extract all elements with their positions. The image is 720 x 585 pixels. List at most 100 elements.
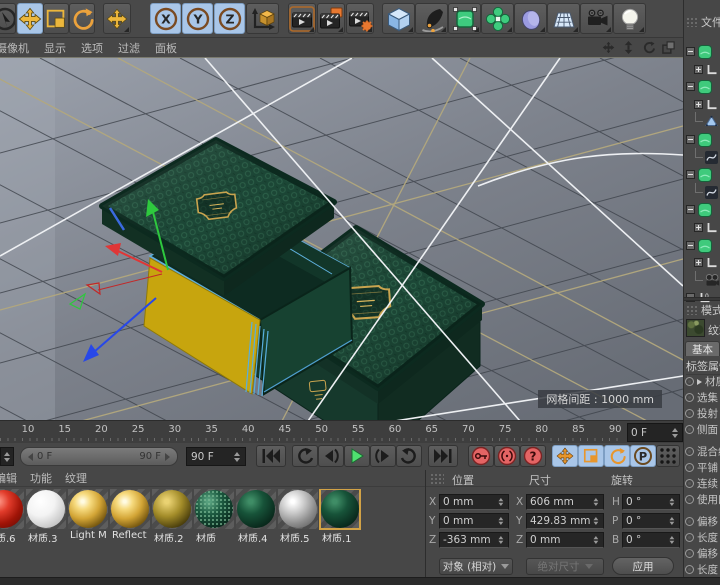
play-forward-button[interactable] <box>344 445 370 467</box>
lock-z-axis-button[interactable]: Z <box>214 3 245 34</box>
object-row[interactable] <box>684 62 720 78</box>
keyframe-circle-icon[interactable] <box>685 533 694 542</box>
attribute-manager-menu[interactable]: 模式 <box>701 302 720 318</box>
coordinate-system-button[interactable] <box>246 3 279 34</box>
object-row[interactable] <box>684 150 720 166</box>
last-used-tool-button[interactable] <box>103 3 131 34</box>
property-row[interactable]: 长度 U <box>685 530 720 545</box>
material-swatch[interactable]: 材质 <box>194 489 234 542</box>
rotate-tool-button[interactable] <box>69 3 95 34</box>
material-swatch[interactable]: 材质.6 <box>0 489 24 542</box>
expand-toggle-icon[interactable] <box>694 223 703 232</box>
add-light-button[interactable] <box>613 3 646 34</box>
render-settings-button[interactable] <box>346 3 374 34</box>
viewport-menu-item-1[interactable]: 显示 <box>44 40 66 56</box>
material-swatch[interactable]: 材质.2 <box>152 489 192 542</box>
stepper-icon[interactable] <box>497 517 504 525</box>
coordinate-mode-dropdown[interactable]: 对象 (相对) <box>439 558 513 575</box>
rotation-input[interactable]: 0 ° <box>622 494 680 510</box>
material-swatch[interactable]: Light M <box>68 489 108 542</box>
object-row[interactable] <box>684 79 720 95</box>
lock-y-axis-button[interactable]: Y <box>182 3 213 34</box>
stepper-icon[interactable] <box>668 517 675 525</box>
end-frame-field[interactable]: 90 F <box>186 447 246 466</box>
go-to-end-button[interactable] <box>428 445 458 467</box>
stepper-icon[interactable] <box>668 498 675 506</box>
expand-toggle-icon[interactable] <box>694 65 703 74</box>
object-row[interactable] <box>684 220 720 236</box>
zoom-view-icon[interactable] <box>622 41 635 54</box>
stepper-icon[interactable] <box>592 498 599 506</box>
autokeying-button[interactable] <box>494 445 520 467</box>
keyframe-parameter-toggle[interactable]: P <box>630 445 656 467</box>
add-deformer-button[interactable] <box>481 3 514 34</box>
size-input[interactable]: 429.83 mm <box>526 513 604 529</box>
clipped-frame-field[interactable] <box>0 447 14 466</box>
material-swatch[interactable]: 材质.1 <box>320 489 360 542</box>
live-selection-button[interactable] <box>0 3 16 34</box>
keyframe-position-toggle[interactable] <box>552 445 578 467</box>
rotation-input[interactable]: 0 ° <box>622 513 680 529</box>
add-primitive-button[interactable] <box>382 3 415 34</box>
stepper-icon[interactable] <box>497 536 504 544</box>
current-frame-field[interactable]: 0 F <box>627 423 683 442</box>
object-manager-menu[interactable]: 文件 <box>701 14 720 30</box>
point-level-animation-toggle[interactable] <box>656 445 680 467</box>
material-swatch[interactable]: Reflect I <box>110 489 150 542</box>
timeline-ruler[interactable]: 1015202530354045505560657075808590 0 F <box>0 420 683 443</box>
record-active-objects-button[interactable] <box>468 445 494 467</box>
keyframe-circle-icon[interactable] <box>685 517 694 526</box>
expand-arrow-icon[interactable] <box>697 379 702 385</box>
keyframe-rotation-toggle[interactable] <box>604 445 630 467</box>
keyframe-circle-icon[interactable] <box>685 549 694 558</box>
property-row[interactable]: 投射 <box>685 406 720 421</box>
property-row[interactable]: 偏移 U <box>685 514 720 529</box>
toggle-view-icon[interactable] <box>662 41 675 54</box>
property-row[interactable]: 混合纹理 <box>685 444 720 459</box>
scale-tool-button[interactable] <box>43 3 69 34</box>
panel-grip-icon[interactable] <box>430 473 444 484</box>
panel-grip-icon[interactable] <box>686 305 698 315</box>
stepper-icon[interactable] <box>670 428 679 438</box>
expand-toggle-icon[interactable] <box>686 135 695 144</box>
go-to-start-button[interactable] <box>256 445 286 467</box>
add-environment-button[interactable] <box>514 3 547 34</box>
property-row[interactable]: 连续 <box>685 476 720 491</box>
keyframe-circle-icon[interactable] <box>685 495 694 504</box>
viewport-menu-item-2[interactable]: 选项 <box>81 40 103 56</box>
size-mode-dropdown[interactable]: 绝对尺寸 <box>526 558 604 575</box>
object-row[interactable] <box>684 44 720 60</box>
keyframe-circle-icon[interactable] <box>685 377 694 386</box>
material-swatch[interactable]: 材质.5 <box>278 489 318 542</box>
stepper-icon[interactable] <box>497 498 504 506</box>
expand-toggle-icon[interactable] <box>686 205 695 214</box>
add-spline-button[interactable] <box>415 3 448 34</box>
add-camera-button[interactable] <box>580 3 613 34</box>
property-row[interactable]: 侧面 <box>685 422 720 437</box>
previous-frame-button[interactable] <box>318 445 344 467</box>
keyframe-scale-toggle[interactable] <box>578 445 604 467</box>
keyframe-selection-button[interactable]: ? <box>520 445 546 467</box>
object-row[interactable] <box>684 167 720 183</box>
go-to-next-key-button[interactable] <box>396 445 422 467</box>
object-row[interactable] <box>684 185 720 201</box>
keyframe-circle-icon[interactable] <box>685 393 694 402</box>
viewport-menu-item-0[interactable]: 摄像机 <box>0 40 29 56</box>
expand-toggle-icon[interactable] <box>686 170 695 179</box>
object-row[interactable] <box>684 132 720 148</box>
keyframe-circle-icon[interactable] <box>685 463 694 472</box>
property-row[interactable]: 偏移 V <box>685 546 720 561</box>
keyframe-circle-icon[interactable] <box>685 409 694 418</box>
property-row[interactable]: 使用凹凸UVW <box>685 492 720 507</box>
preview-range-slider[interactable]: 0 F 90 F <box>20 447 178 466</box>
material-menu-item-1[interactable]: 功能 <box>30 470 52 486</box>
object-row[interactable] <box>684 255 720 271</box>
panel-grip-icon[interactable] <box>686 17 698 27</box>
object-row[interactable] <box>684 97 720 113</box>
size-input[interactable]: 0 mm <box>526 532 604 548</box>
expand-toggle-icon[interactable] <box>694 258 703 267</box>
apply-button[interactable]: 应用 <box>612 557 674 575</box>
object-row[interactable] <box>684 202 720 218</box>
stepper-icon[interactable] <box>668 536 675 544</box>
next-frame-button[interactable] <box>370 445 396 467</box>
